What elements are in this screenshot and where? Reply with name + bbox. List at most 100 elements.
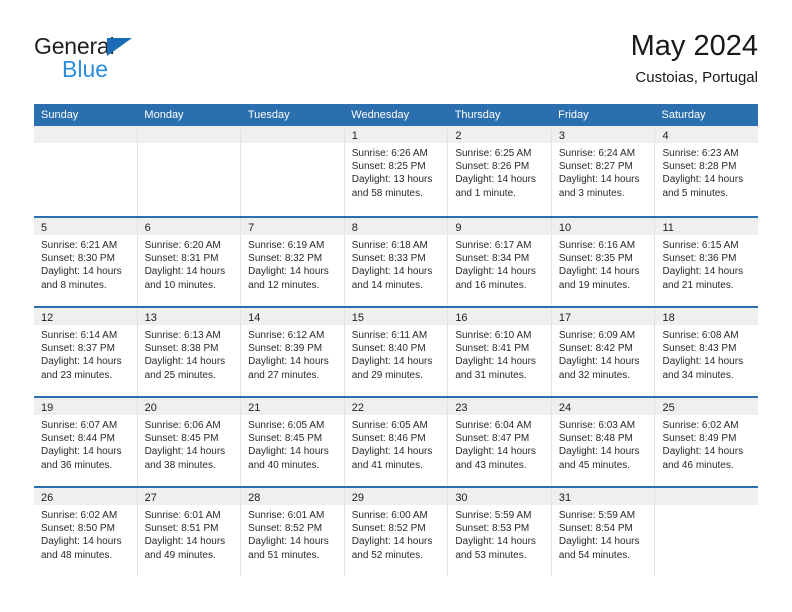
day-details: Sunrise: 6:23 AM Sunset: 8:28 PM Daylight:… <box>655 143 758 200</box>
sunset-text: Sunset: 8:45 PM <box>248 433 323 445</box>
sunrise-text: Sunrise: 6:15 AM <box>662 240 739 251</box>
sunrise-text: Sunrise: 6:14 AM <box>41 330 118 341</box>
daylight-text: Daylight: 14 hours and 23 minutes. <box>41 356 122 381</box>
day-number: 9 <box>455 222 462 234</box>
calendar-day-cell[interactable]: 2 Sunrise: 6:25 AM Sunset: 8:26 PM Daylight… <box>447 126 551 216</box>
day-number-band: 18 <box>655 308 759 325</box>
day-number-band: 12 <box>34 308 137 325</box>
calendar-day-cell-empty <box>136 126 241 216</box>
day-number-band: 19 <box>34 398 137 415</box>
calendar-day-cell[interactable]: 25 Sunrise: 6:02 AM Sunset: 8:49 PM Dayligh… <box>654 398 759 486</box>
sunset-text: Sunset: 8:28 PM <box>662 161 737 173</box>
calendar-day-cell[interactable]: 7 Sunrise: 6:19 AM Sunset: 8:32 PM Daylight… <box>240 218 344 306</box>
sunset-text: Sunset: 8:35 PM <box>558 253 633 265</box>
calendar-day-cell[interactable]: 26 Sunrise: 6:02 AM Sunset: 8:50 PM Dayligh… <box>34 488 137 576</box>
calendar-day-cell[interactable]: 27 Sunrise: 6:01 AM Sunset: 8:51 PM Dayligh… <box>136 488 241 576</box>
day-number: 10 <box>558 222 572 234</box>
day-number: 16 <box>455 312 468 324</box>
daylight-text: Daylight: 14 hours and 52 minutes. <box>351 536 433 561</box>
calendar-day-cell[interactable]: 5 Sunrise: 6:21 AM Sunset: 8:30 PM Daylight… <box>34 218 137 306</box>
daylight-text: Daylight: 14 hours and 49 minutes. <box>144 536 226 561</box>
day-details: Sunrise: 5:59 AM Sunset: 8:54 PM Daylight:… <box>552 505 655 562</box>
day-details: Sunrise: 6:20 AM Sunset: 8:31 PM Daylight:… <box>138 235 241 292</box>
calendar-day-cell[interactable]: 1 Sunrise: 6:26 AM Sunset: 8:25 PM Daylight… <box>343 126 448 216</box>
calendar-day-cell[interactable]: 17 Sunrise: 6:09 AM Sunset: 8:42 PM Dayligh… <box>550 308 655 396</box>
sunset-text: Sunset: 8:50 PM <box>41 523 115 535</box>
day-number: 4 <box>662 130 669 142</box>
day-number-band: 26 <box>34 488 137 505</box>
day-number: 23 <box>455 402 468 414</box>
calendar-day-cell[interactable]: 14 Sunrise: 6:12 AM Sunset: 8:39 PM Dayligh… <box>240 308 344 396</box>
weekday-header-monday: Monday <box>144 109 184 121</box>
calendar-day-cell[interactable]: 19 Sunrise: 6:07 AM Sunset: 8:44 PM Dayligh… <box>34 398 137 486</box>
sunrise-text: Sunrise: 6:20 AM <box>144 240 221 251</box>
calendar-day-cell[interactable]: 6 Sunrise: 6:20 AM Sunset: 8:31 PM Daylight… <box>136 218 241 306</box>
sunrise-text: Sunrise: 6:19 AM <box>248 240 325 251</box>
calendar-day-cell[interactable]: 8 Sunrise: 6:18 AM Sunset: 8:33 PM Daylight… <box>343 218 448 306</box>
day-details: Sunrise: 6:03 AM Sunset: 8:48 PM Daylight:… <box>552 415 655 472</box>
day-details: Sunrise: 6:24 AM Sunset: 8:27 PM Daylight:… <box>552 143 655 200</box>
daylight-text: Daylight: 14 hours and 10 minutes. <box>144 266 226 291</box>
calendar-day-cell[interactable]: 4 Sunrise: 6:23 AM Sunset: 8:28 PM Daylight… <box>654 126 759 216</box>
day-number-band: 22 <box>344 398 448 415</box>
sunset-text: Sunset: 8:43 PM <box>662 343 737 355</box>
calendar-day-cell[interactable]: 23 Sunrise: 6:04 AM Sunset: 8:47 PM Dayligh… <box>447 398 551 486</box>
daylight-text: Daylight: 14 hours and 5 minutes. <box>662 174 744 199</box>
calendar-day-cell[interactable]: 9 Sunrise: 6:17 AM Sunset: 8:34 PM Daylight… <box>447 218 551 306</box>
calendar-day-cell[interactable]: 16 Sunrise: 6:10 AM Sunset: 8:41 PM Dayligh… <box>447 308 551 396</box>
page-title: May 2024 <box>630 30 758 62</box>
calendar-day-cell[interactable]: 12 Sunrise: 6:14 AM Sunset: 8:37 PM Dayligh… <box>34 308 137 396</box>
sunrise-text: Sunrise: 6:11 AM <box>351 330 428 341</box>
day-number: 8 <box>351 222 358 234</box>
calendar-day-cell[interactable]: 22 Sunrise: 6:05 AM Sunset: 8:46 PM Dayligh… <box>343 398 448 486</box>
calendar-day-cell[interactable]: 10 Sunrise: 6:16 AM Sunset: 8:35 PM Dayligh… <box>550 218 655 306</box>
calendar-day-cell[interactable]: 30 Sunrise: 5:59 AM Sunset: 8:53 PM Dayligh… <box>447 488 551 576</box>
day-details: Sunrise: 6:19 AM Sunset: 8:32 PM Daylight:… <box>241 235 344 292</box>
weekday-header-sunday: Sunday <box>41 109 79 121</box>
day-details: Sunrise: 6:09 AM Sunset: 8:42 PM Daylight:… <box>552 325 655 382</box>
sunset-text: Sunset: 8:41 PM <box>455 343 530 355</box>
sunset-text: Sunset: 8:33 PM <box>351 253 426 265</box>
sunset-text: Sunset: 8:48 PM <box>558 433 633 445</box>
calendar-day-cell[interactable]: 13 Sunrise: 6:13 AM Sunset: 8:38 PM Dayligh… <box>136 308 241 396</box>
sunset-text: Sunset: 8:51 PM <box>144 523 219 535</box>
calendar-day-cell[interactable]: 21 Sunrise: 6:05 AM Sunset: 8:45 PM Dayligh… <box>240 398 344 486</box>
sunrise-text: Sunrise: 6:13 AM <box>144 330 221 341</box>
calendar-day-cell[interactable]: 29 Sunrise: 6:00 AM Sunset: 8:52 PM Dayligh… <box>343 488 448 576</box>
daylight-text: Daylight: 14 hours and 51 minutes. <box>248 536 329 561</box>
day-details: Sunrise: 6:21 AM Sunset: 8:30 PM Daylight:… <box>34 235 137 292</box>
sunrise-text: Sunrise: 6:07 AM <box>41 420 118 431</box>
sunrise-text: Sunrise: 6:09 AM <box>558 330 636 341</box>
day-number: 25 <box>662 402 675 414</box>
day-number-band: 30 <box>448 488 551 505</box>
day-number: 24 <box>558 402 572 414</box>
sunset-text: Sunset: 8:40 PM <box>351 343 426 355</box>
calendar-day-cell[interactable]: 11 Sunrise: 6:15 AM Sunset: 8:36 PM Dayligh… <box>654 218 759 306</box>
day-number: 20 <box>144 402 157 414</box>
day-number: 1 <box>351 130 358 142</box>
day-details: Sunrise: 6:26 AM Sunset: 8:25 PM Daylight:… <box>345 143 448 200</box>
day-number: 3 <box>558 130 566 142</box>
calendar-day-cell[interactable]: 15 Sunrise: 6:11 AM Sunset: 8:40 PM Dayligh… <box>343 308 448 396</box>
day-details: Sunrise: 6:05 AM Sunset: 8:46 PM Daylight:… <box>345 415 448 472</box>
calendar-week-row: 5 Sunrise: 6:21 AM Sunset: 8:30 PM Daylight… <box>34 216 759 306</box>
daylight-text: Daylight: 14 hours and 45 minutes. <box>558 446 640 471</box>
calendar-day-cell[interactable]: 3 Sunrise: 6:24 AM Sunset: 8:27 PM Daylight… <box>550 126 655 216</box>
day-number-band: 9 <box>448 218 551 235</box>
day-number: 17 <box>558 312 572 324</box>
day-details: Sunrise: 6:13 AM Sunset: 8:38 PM Daylight:… <box>138 325 241 382</box>
day-number: 18 <box>662 312 675 324</box>
calendar-weeks: 1 Sunrise: 6:26 AM Sunset: 8:25 PM Daylight… <box>34 126 759 576</box>
day-number: 5 <box>41 222 48 234</box>
calendar-day-cell[interactable]: 18 Sunrise: 6:08 AM Sunset: 8:43 PM Dayligh… <box>654 308 759 396</box>
day-number-band: 25 <box>655 398 759 415</box>
calendar-day-cell-empty <box>34 126 137 216</box>
sunrise-text: Sunrise: 6:05 AM <box>351 420 428 431</box>
day-details: Sunrise: 6:25 AM Sunset: 8:26 PM Daylight:… <box>448 143 551 200</box>
calendar-day-cell[interactable]: 31 Sunrise: 5:59 AM Sunset: 8:54 PM Dayligh… <box>550 488 655 576</box>
day-details: Sunrise: 6:15 AM Sunset: 8:36 PM Daylight:… <box>655 235 758 292</box>
calendar-day-cell[interactable]: 28 Sunrise: 6:01 AM Sunset: 8:52 PM Dayligh… <box>240 488 344 576</box>
calendar-day-cell[interactable]: 24 Sunrise: 6:03 AM Sunset: 8:48 PM Dayligh… <box>550 398 655 486</box>
day-details: Sunrise: 6:06 AM Sunset: 8:45 PM Daylight:… <box>138 415 241 472</box>
calendar-day-cell[interactable]: 20 Sunrise: 6:06 AM Sunset: 8:45 PM Dayligh… <box>136 398 241 486</box>
